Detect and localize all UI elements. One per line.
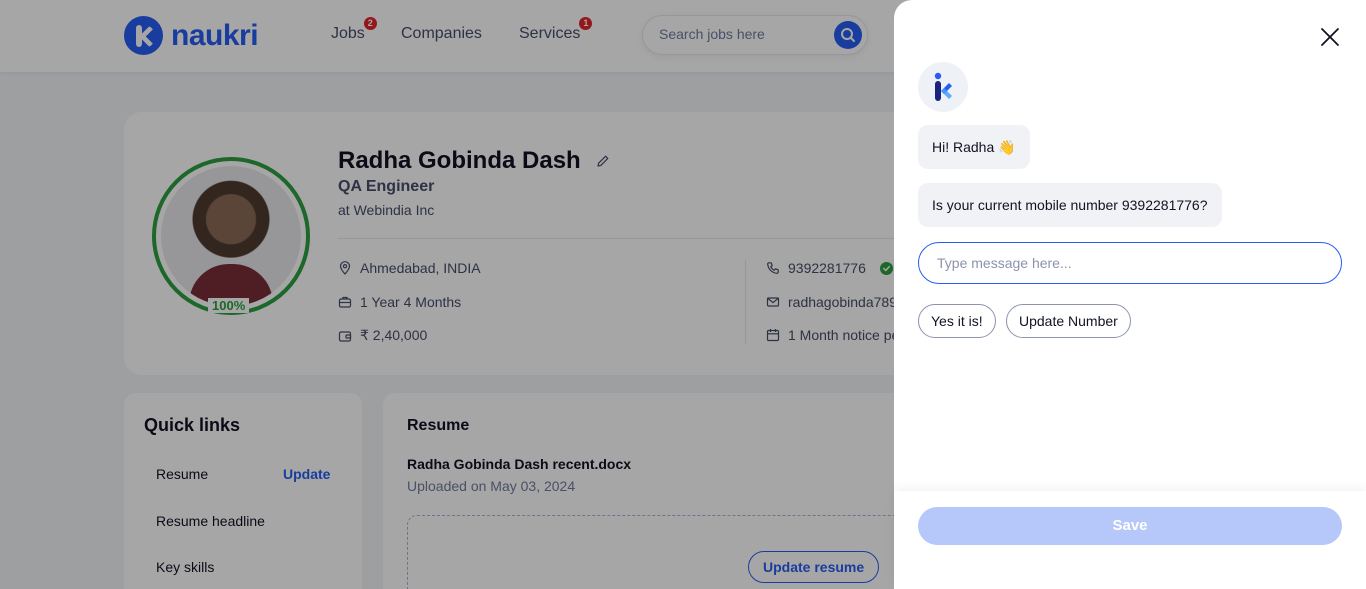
message-input[interactable] [918,242,1342,284]
save-button[interactable]: Save [918,507,1342,545]
naukri-bot-icon [934,72,952,101]
question-text: Is your current mobile number 9392281776… [932,197,1208,213]
yes-it-is-option[interactable]: Yes it is! [918,304,996,338]
chatbot-drawer: Hi! Radha 👋 Is your current mobile numbe… [894,0,1366,589]
close-icon [1321,28,1339,46]
bot-greeting-message: Hi! Radha 👋 [918,125,1030,169]
chatbot-avatar [918,62,968,112]
greeting-text: Hi! Radha 👋 [932,139,1016,155]
drawer-footer: Save [894,491,1366,589]
close-button[interactable] [1318,25,1342,49]
update-number-option[interactable]: Update Number [1006,304,1131,338]
bot-question-message: Is your current mobile number 9392281776… [918,183,1222,227]
